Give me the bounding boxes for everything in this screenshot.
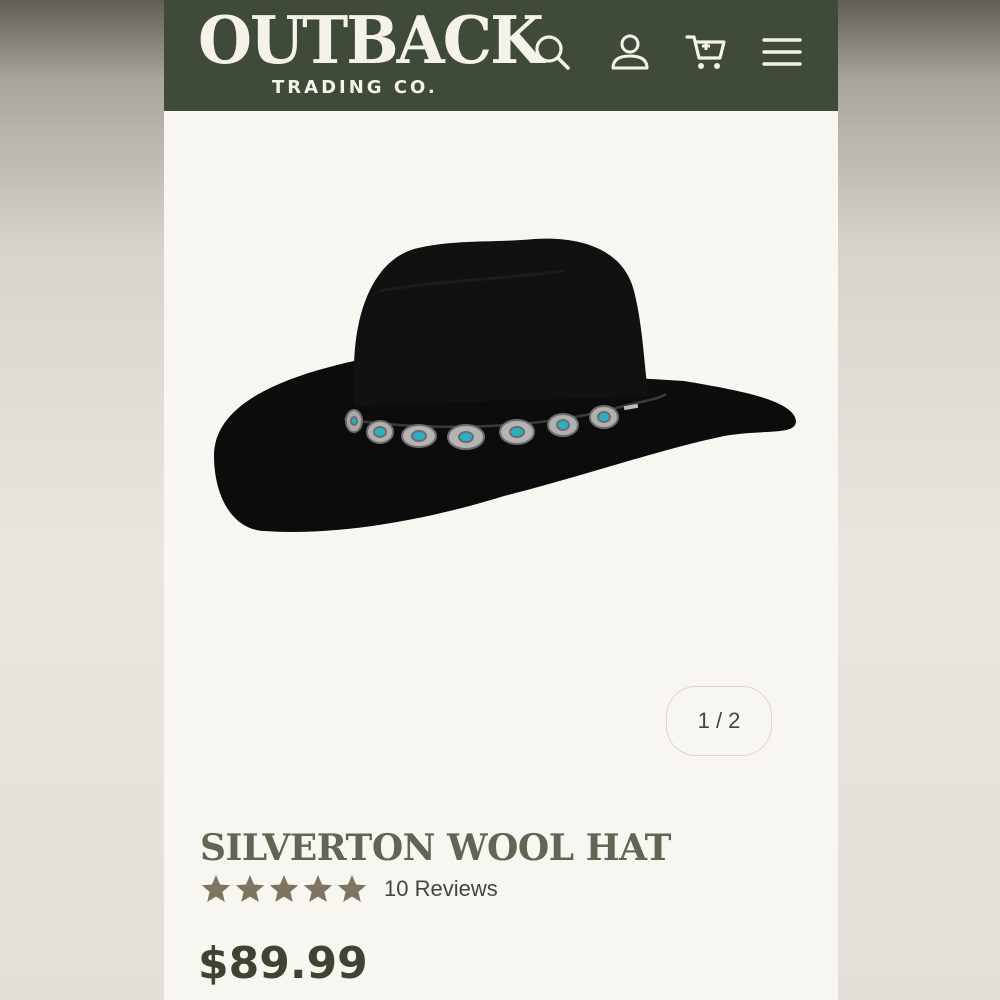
product-title: SILVERTON WOOL HAT [200, 827, 671, 869]
background-left [0, 0, 164, 1000]
image-counter[interactable]: 1 / 2 [666, 686, 772, 756]
search-icon[interactable] [530, 30, 574, 74]
brand-logo[interactable]: OUTBACK TRADING CO. [198, 2, 544, 106]
star-icon [302, 873, 334, 905]
star-icon [200, 873, 232, 905]
product-image [204, 231, 804, 551]
product-image-carousel[interactable]: 1 / 2 [164, 111, 838, 801]
site-header: OUTBACK TRADING CO. [164, 0, 838, 111]
menu-icon[interactable] [760, 30, 804, 74]
cart-icon[interactable] [684, 30, 728, 74]
star-icon [234, 873, 266, 905]
background-right [838, 0, 1000, 1000]
reviews-link[interactable]: 10 Reviews [384, 874, 498, 904]
star-icon [336, 873, 368, 905]
star-rating [200, 872, 370, 906]
account-icon[interactable] [608, 30, 652, 74]
brand-sub: TRADING CO. [272, 77, 438, 98]
product-price: $89.99 [198, 938, 368, 989]
phone-screen: OUTBACK TRADING CO. 1 / 2 SILVERTON WOOL… [164, 0, 838, 1000]
brand-name: OUTBACK [198, 2, 544, 79]
star-icon [268, 873, 300, 905]
